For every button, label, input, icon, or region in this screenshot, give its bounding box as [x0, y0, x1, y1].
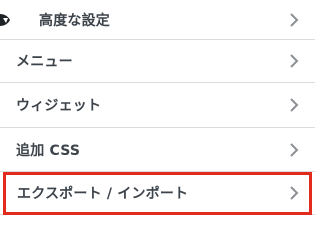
menu-item-widgets[interactable]: ウィジェット: [0, 83, 315, 128]
chevron-right-icon: [289, 185, 299, 201]
chevron-right-icon: [289, 97, 299, 113]
chevron-right-icon: [289, 142, 299, 158]
chevron-right-icon: [289, 53, 299, 69]
customizer-panel: 高度な設定 メニュー ウィジェット 追加 CSS エクスポート / インポート: [0, 0, 315, 222]
menu-item-label: 高度な設定: [39, 12, 110, 29]
menu-item-label: 追加 CSS: [16, 142, 81, 159]
wordpress-partial-icon: [0, 8, 18, 28]
menu-item-label: ウィジェット: [16, 98, 102, 114]
chevron-right-icon: [289, 12, 299, 28]
menu-item-additional-css[interactable]: 追加 CSS: [0, 128, 315, 172]
menu-item-export-import[interactable]: エクスポート / インポート: [0, 172, 315, 215]
menu-item-advanced-settings[interactable]: 高度な設定: [0, 0, 315, 40]
menu-item-label: エクスポート / インポート: [17, 186, 189, 202]
menu-item-label: メニュー: [16, 54, 73, 70]
menu-item-menus[interactable]: メニュー: [0, 40, 315, 83]
